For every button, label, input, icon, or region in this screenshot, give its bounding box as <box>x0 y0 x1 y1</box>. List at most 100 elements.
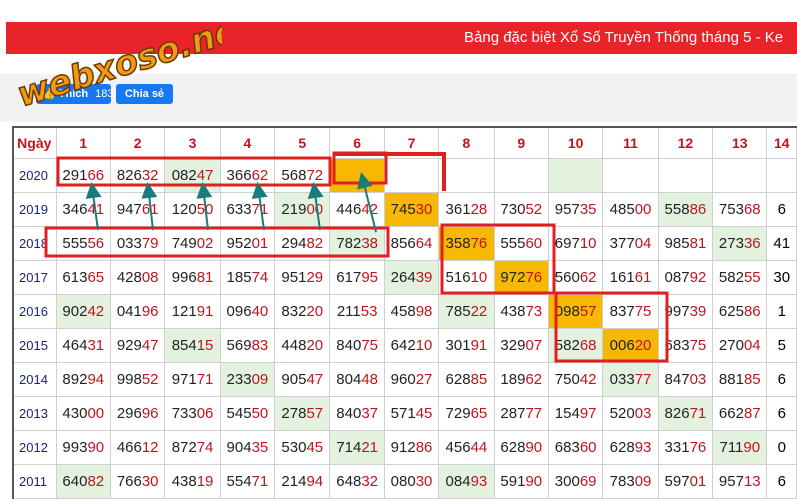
number-prefix: 438 <box>171 473 197 490</box>
result-cell: 97171 <box>164 362 221 397</box>
result-cell: 83775 <box>602 294 659 329</box>
number-prefix: 985 <box>664 235 690 252</box>
number-prefix: 485 <box>609 201 635 218</box>
number-suffix: 91 <box>196 303 214 320</box>
number-prefix: 993 <box>62 439 88 456</box>
number-suffix: 74 <box>196 439 214 456</box>
result-cell: 90242 <box>55 294 111 329</box>
result-cell: 84703 <box>657 362 714 397</box>
result-cell: 98581 <box>657 226 714 261</box>
number-prefix: 662 <box>718 405 744 422</box>
result-cell: 03377 <box>602 362 659 397</box>
year-cell[interactable]: 2017 <box>12 260 57 295</box>
number-suffix: 66 <box>87 167 105 184</box>
number-prefix: 264 <box>390 269 416 286</box>
year-cell[interactable]: 2013 <box>12 396 57 431</box>
number-prefix: 947 <box>116 201 142 218</box>
result-cell: 27004 <box>712 328 768 363</box>
result-cell: 37704 <box>602 226 659 261</box>
number-suffix: 86 <box>689 201 707 218</box>
number-prefix: 892 <box>62 371 88 388</box>
number-prefix: 998 <box>116 371 142 388</box>
number-prefix: 430 <box>62 405 88 422</box>
number-prefix: 996 <box>171 269 197 286</box>
number-prefix: 554 <box>226 473 252 490</box>
number-suffix: 39 <box>415 269 433 286</box>
number-suffix: 40 <box>251 303 269 320</box>
number-prefix: 847 <box>664 371 690 388</box>
number-prefix: 957 <box>718 473 744 490</box>
number-suffix: 47 <box>141 337 159 354</box>
number-prefix: 640 <box>62 473 88 490</box>
number-suffix: 29 <box>306 269 324 286</box>
number-suffix: 97 <box>579 405 597 422</box>
number-suffix: 44 <box>470 439 488 456</box>
result-cell: 94761 <box>109 192 166 227</box>
result-cell: 95201 <box>219 226 276 261</box>
number-suffix: 85 <box>470 371 488 388</box>
number-suffix: 76 <box>525 269 543 286</box>
result-cell: 56983 <box>219 328 276 363</box>
number-prefix: 840 <box>336 405 362 422</box>
number-suffix: 76 <box>689 439 707 456</box>
number-suffix: 20 <box>306 337 324 354</box>
number-suffix: 90 <box>525 473 543 490</box>
number-prefix: 711 <box>719 439 744 456</box>
number-suffix: 95 <box>361 269 378 286</box>
number-suffix: 87 <box>743 405 761 422</box>
result-cell: 30 <box>766 260 797 295</box>
number-suffix: 10 <box>415 337 433 354</box>
number-suffix: 30 <box>415 201 433 218</box>
result-cell: 95129 <box>274 260 331 295</box>
result-cell: 78238 <box>329 226 385 261</box>
number-suffix: 98 <box>415 303 433 320</box>
year-cell[interactable]: 2016 <box>12 294 57 329</box>
year-cell[interactable]: 2012 <box>12 430 57 465</box>
number-suffix: 01 <box>251 235 269 252</box>
column-header-13: 13 <box>712 126 768 159</box>
number-suffix: 36 <box>743 235 761 252</box>
result-cell: 64082 <box>55 464 111 499</box>
year-cell[interactable]: 2011 <box>12 464 57 499</box>
number-suffix: 90 <box>743 439 761 456</box>
year-cell[interactable]: 2018 <box>12 226 57 261</box>
number-prefix: 096 <box>226 303 252 320</box>
number-prefix: 568 <box>281 167 307 184</box>
result-cell: 18574 <box>219 260 276 295</box>
number-prefix: 633 <box>226 201 252 218</box>
result-cell: 12050 <box>164 192 221 227</box>
result-cell: 36662 <box>219 158 276 193</box>
number-suffix: 42 <box>361 201 378 218</box>
result-cell: 75368 <box>712 192 768 227</box>
result-cell: 43000 <box>55 396 111 431</box>
number-prefix: 837 <box>609 303 635 320</box>
result-cell: 57145 <box>383 396 440 431</box>
column-header-2: 2 <box>109 126 166 159</box>
number-suffix: 73 <box>525 303 543 320</box>
result-cell: 76630 <box>109 464 166 499</box>
year-cell[interactable]: 2015 <box>12 328 57 363</box>
result-cell: 12191 <box>164 294 221 329</box>
number-suffix: 21 <box>361 439 378 456</box>
number-suffix: 57 <box>306 405 324 422</box>
number-suffix: 76 <box>470 235 488 252</box>
result-cell: 62893 <box>602 430 659 465</box>
result-cell: 62885 <box>438 362 495 397</box>
number-prefix: 464 <box>62 337 88 354</box>
number-prefix: 438 <box>500 303 526 320</box>
number-suffix: 30 <box>141 473 159 490</box>
number-suffix: 12 <box>141 439 159 456</box>
result-cell: 52003 <box>602 396 659 431</box>
year-cell[interactable]: 2019 <box>12 192 57 227</box>
number-prefix: 366 <box>226 167 252 184</box>
year-cell[interactable]: 2014 <box>12 362 57 397</box>
number-suffix: 45 <box>306 439 324 456</box>
result-cell: 46612 <box>109 430 166 465</box>
number-prefix: 840 <box>336 337 362 354</box>
number-prefix: 952 <box>226 235 252 252</box>
number-suffix: 41 <box>87 201 105 218</box>
number-prefix: 033 <box>116 235 142 252</box>
year-cell[interactable]: 2020 <box>12 158 57 193</box>
number-prefix: 273 <box>718 235 744 252</box>
result-cell: 74902 <box>164 226 221 261</box>
